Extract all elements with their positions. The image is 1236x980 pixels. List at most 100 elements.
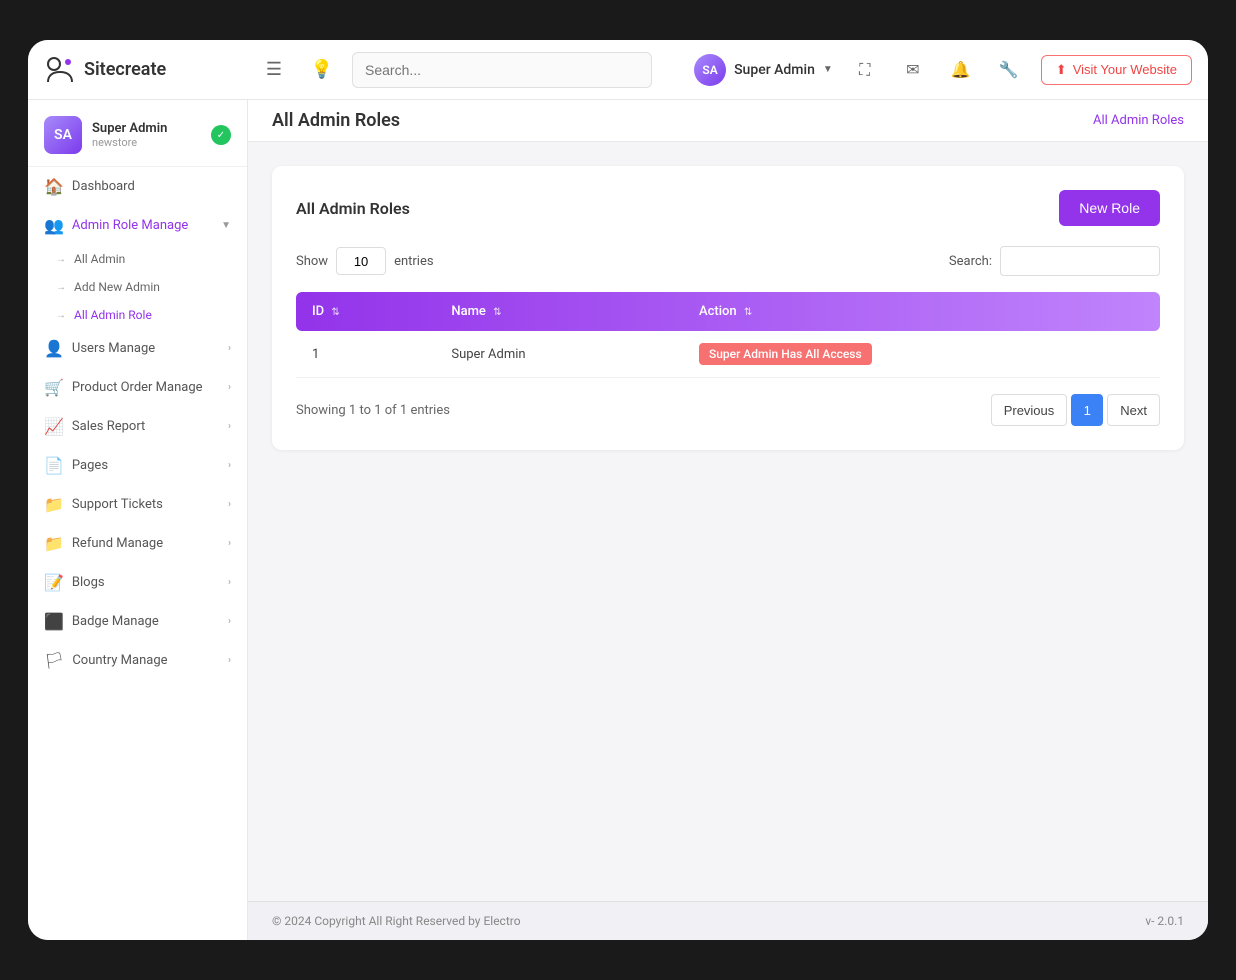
chevron-right-icon: ›: [228, 577, 231, 588]
chevron-right-icon: ›: [228, 343, 231, 354]
sidebar-username: Super Admin: [92, 121, 201, 136]
sidebar-item-sales-report[interactable]: 📈 Sales Report ›: [28, 407, 247, 446]
cell-action: Super Admin Has All Access: [683, 331, 1160, 378]
col-name[interactable]: Name ⇅: [435, 292, 683, 331]
sidebar-item-blogs[interactable]: 📝 Blogs ›: [28, 563, 247, 602]
content-area: All Admin Roles All Admin Roles All Admi…: [248, 100, 1208, 940]
sidebar-label-users: Users Manage: [72, 341, 155, 356]
sidebar-item-badge[interactable]: ⬛ Badge Manage ›: [28, 602, 247, 641]
entries-input[interactable]: [336, 247, 386, 275]
sidebar-store: newstore: [92, 136, 201, 149]
mail-icon[interactable]: ✉: [897, 54, 929, 86]
bulb-icon[interactable]: 💡: [304, 52, 340, 88]
flag-icon: 🏳: [44, 651, 64, 670]
card-title: All Admin Roles: [296, 199, 410, 218]
next-button[interactable]: Next: [1107, 394, 1160, 426]
blog-icon: 📝: [44, 573, 64, 592]
avatar: SA: [44, 116, 82, 154]
col-id-label: ID: [312, 304, 324, 319]
sidebar-sub-all-admin[interactable]: → All Admin: [28, 245, 247, 273]
search-control: Search:: [949, 246, 1160, 276]
col-action-label: Action: [699, 304, 737, 319]
col-id[interactable]: ID ⇅: [296, 292, 435, 331]
sidebar-item-users[interactable]: 👤 Users Manage ›: [28, 329, 247, 368]
page-icon: 📄: [44, 456, 64, 475]
table-search-input[interactable]: [1000, 246, 1160, 276]
roles-card: All Admin Roles New Role Show entries Se…: [272, 166, 1184, 450]
visit-website-button[interactable]: ⬆ Visit Your Website: [1041, 55, 1192, 85]
sidebar-item-admin-role[interactable]: 👥 Admin Role Manage ▼: [28, 206, 247, 245]
page-title: All Admin Roles: [272, 110, 400, 131]
col-action[interactable]: Action ⇅: [683, 292, 1160, 331]
folder-icon: 📁: [44, 534, 64, 553]
user-name: Super Admin: [734, 62, 815, 78]
arrow-icon: →: [56, 282, 66, 293]
table-head: ID ⇅ Name ⇅ Action ⇅: [296, 292, 1160, 331]
upload-icon: ⬆: [1056, 62, 1067, 78]
chevron-down-icon: ▼: [823, 64, 833, 75]
table-row: 1 Super Admin Super Admin Has All Access: [296, 331, 1160, 378]
showing-text: Showing 1 to 1 of 1 entries: [296, 403, 450, 418]
breadcrumb-bar: All Admin Roles All Admin Roles: [248, 100, 1208, 142]
table-body: 1 Super Admin Super Admin Has All Access: [296, 331, 1160, 378]
sidebar-label-product-order: Product Order Manage: [72, 380, 203, 395]
footer: © 2024 Copyright All Right Reserved by E…: [248, 901, 1208, 940]
show-label: Show: [296, 254, 328, 269]
col-name-label: Name: [451, 304, 486, 319]
sort-icon: ⇅: [493, 307, 501, 318]
folder-icon: 📁: [44, 495, 64, 514]
logo-icon: [44, 54, 76, 86]
access-badge[interactable]: Super Admin Has All Access: [699, 343, 872, 365]
sort-icon: ⇅: [331, 307, 339, 318]
sidebar-label-refund: Refund Manage: [72, 536, 163, 551]
cart-icon: 🛒: [44, 378, 64, 397]
chevron-down-icon: ▼: [221, 220, 231, 231]
avatar: SA: [694, 54, 726, 86]
sort-icon: ⇅: [744, 307, 752, 318]
breadcrumb: All Admin Roles: [1093, 113, 1184, 128]
arrow-icon: →: [56, 254, 66, 265]
entries-label: entries: [394, 254, 434, 269]
user-badge[interactable]: SA Super Admin ▼: [694, 54, 833, 86]
chart-icon: 📈: [44, 417, 64, 436]
expand-icon[interactable]: ⛶: [849, 54, 881, 86]
logo-text: Sitecreate: [84, 59, 166, 80]
bell-icon[interactable]: 🔔: [945, 54, 977, 86]
home-icon: 🏠: [44, 177, 64, 196]
search-label: Search:: [949, 254, 992, 269]
sidebar-item-dashboard[interactable]: 🏠 Dashboard: [28, 167, 247, 206]
pagination: Previous 1 Next: [991, 394, 1160, 426]
sidebar-item-support[interactable]: 📁 Support Tickets ›: [28, 485, 247, 524]
previous-button[interactable]: Previous: [991, 394, 1068, 426]
menu-icon[interactable]: ☰: [256, 52, 292, 88]
page-1-button[interactable]: 1: [1071, 394, 1103, 426]
roles-table: ID ⇅ Name ⇅ Action ⇅: [296, 292, 1160, 378]
check-icon: ✓: [211, 125, 231, 145]
table-footer: Showing 1 to 1 of 1 entries Previous 1 N…: [296, 394, 1160, 426]
footer-version: v- 2.0.1: [1145, 914, 1184, 928]
sidebar-item-country[interactable]: 🏳 Country Manage ›: [28, 641, 247, 680]
cell-id: 1: [296, 331, 435, 378]
sidebar-user: SA Super Admin newstore ✓: [28, 100, 247, 167]
logo-area: Sitecreate: [44, 54, 244, 86]
sidebar-item-pages[interactable]: 📄 Pages ›: [28, 446, 247, 485]
search-input[interactable]: [352, 52, 652, 88]
navbar: Sitecreate ☰ 💡 SA Super Admin ▼ ⛶ ✉ 🔔 🔧 …: [28, 40, 1208, 100]
sidebar-label-country: Country Manage: [72, 653, 167, 668]
sidebar-sub-label-all-admin-role: All Admin Role: [74, 308, 152, 322]
sidebar-item-product-order[interactable]: 🛒 Product Order Manage ›: [28, 368, 247, 407]
new-role-button[interactable]: New Role: [1059, 190, 1160, 226]
sidebar-item-refund[interactable]: 📁 Refund Manage ›: [28, 524, 247, 563]
chevron-right-icon: ›: [228, 616, 231, 627]
chevron-right-icon: ›: [228, 655, 231, 666]
chevron-right-icon: ›: [228, 421, 231, 432]
sidebar-label-dashboard: Dashboard: [72, 179, 135, 194]
sidebar-label-pages: Pages: [72, 458, 108, 473]
sidebar-label-admin-role: Admin Role Manage: [72, 218, 188, 233]
tools-icon[interactable]: 🔧: [993, 54, 1025, 86]
sidebar-label-badge: Badge Manage: [72, 614, 159, 629]
sidebar-sub-add-new-admin[interactable]: → Add New Admin: [28, 273, 247, 301]
sidebar-sub-all-admin-role[interactable]: → All Admin Role: [28, 301, 247, 329]
cell-name: Super Admin: [435, 331, 683, 378]
sidebar-sub-label-all-admin: All Admin: [74, 252, 125, 266]
